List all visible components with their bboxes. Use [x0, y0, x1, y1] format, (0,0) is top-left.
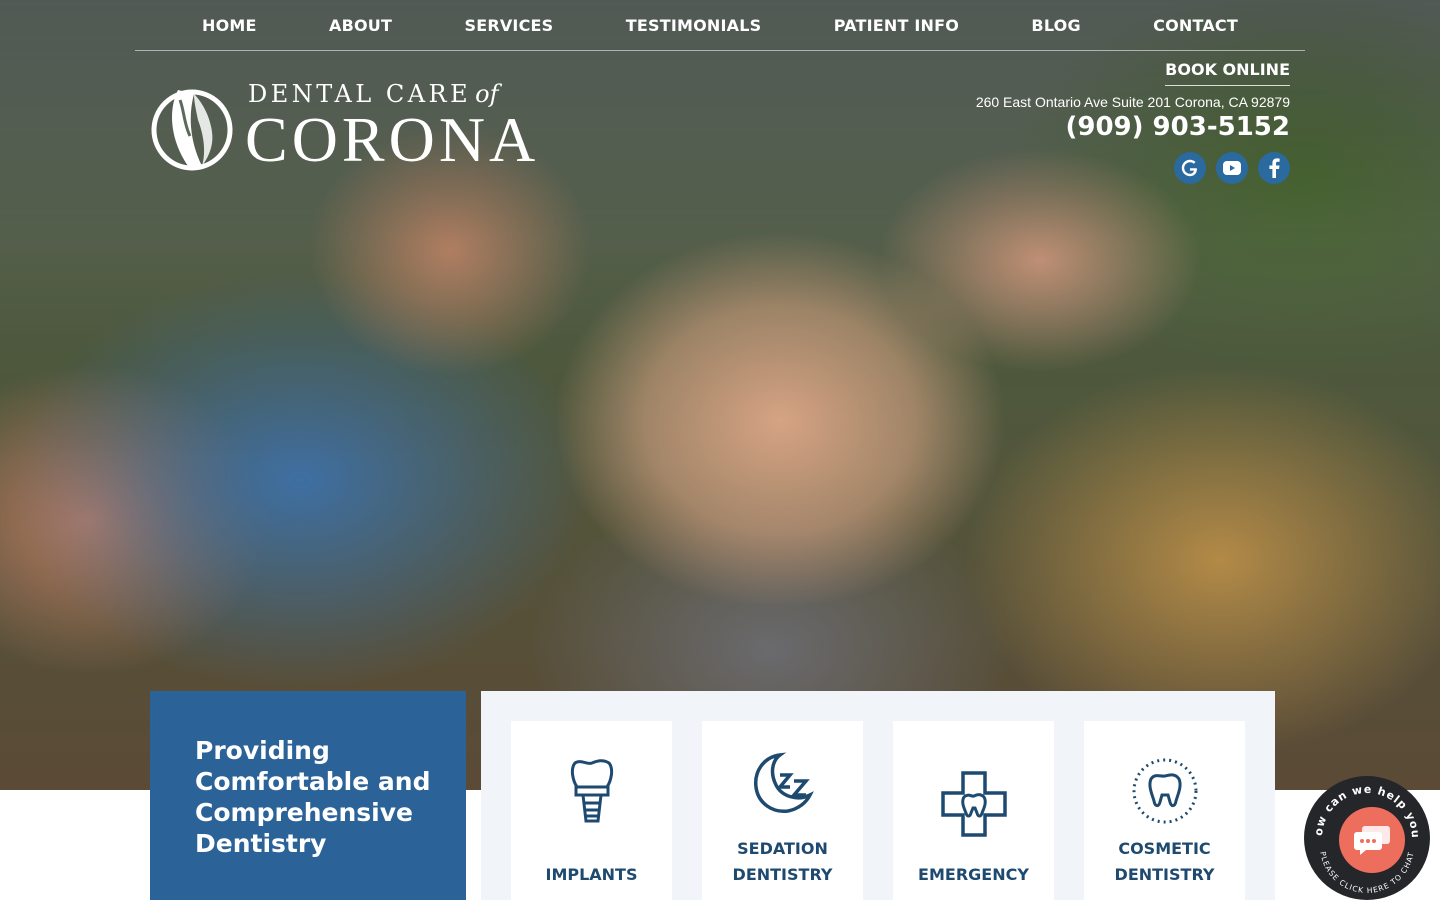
contact-block: BOOK ONLINE 260 East Ontario Ave Suite 2… [870, 60, 1290, 184]
emergency-cross-tooth-icon [940, 771, 1007, 837]
facebook-icon[interactable] [1258, 152, 1290, 184]
chat-bubbles-icon [1354, 826, 1390, 855]
nav-patient-info[interactable]: PATIENT INFO [834, 16, 959, 35]
implant-icon [570, 759, 613, 823]
chat-button[interactable] [1339, 807, 1405, 873]
service-label-implants: IMPLANTS [545, 865, 638, 884]
service-label-sedation: SEDATION DENTISTRY [732, 839, 833, 884]
nav-about[interactable]: ABOUT [329, 16, 392, 35]
service-card-sedation[interactable]: SEDATION DENTISTRY [702, 721, 863, 900]
book-online-link[interactable]: BOOK ONLINE [1165, 60, 1290, 86]
main-nav: HOME ABOUT SERVICES TESTIMONIALS PATIENT… [135, 0, 1305, 51]
service-card-implants[interactable]: IMPLANTS [511, 721, 672, 900]
youtube-icon[interactable] [1216, 152, 1248, 184]
google-icon[interactable] [1174, 152, 1206, 184]
services-strip: IMPLANTS SEDATION DENTISTRY EMERGENCY CO… [481, 691, 1275, 900]
social-links [870, 152, 1290, 184]
tagline-heading: Providing Comfortable and Comprehensive … [195, 736, 431, 858]
logo-corona: CORONA [245, 104, 540, 175]
chat-widget[interactable]: How can we help you? PLEASE CLICK HERE T… [1304, 776, 1430, 900]
service-card-cosmetic[interactable]: COSMETIC DENTISTRY [1084, 721, 1245, 900]
sparkle-tooth-icon [1132, 758, 1197, 824]
tooth-logo-icon [151, 89, 233, 171]
service-card-emergency[interactable]: EMERGENCY [893, 721, 1054, 900]
site-logo[interactable]: DENTAL CARE of CORONA [150, 78, 550, 178]
service-label-emergency: EMERGENCY [918, 865, 1029, 884]
nav-services[interactable]: SERVICES [464, 16, 553, 35]
nav-home[interactable]: HOME [202, 16, 257, 35]
service-label-cosmetic: COSMETIC DENTISTRY [1114, 839, 1215, 884]
nav-blog[interactable]: BLOG [1031, 16, 1080, 35]
tagline-card: Providing Comfortable and Comprehensive … [150, 691, 466, 900]
phone-number[interactable]: (909) 903-5152 [870, 112, 1290, 142]
address: 260 East Ontario Ave Suite 201 Corona, C… [975, 94, 1290, 110]
nav-testimonials[interactable]: TESTIMONIALS [626, 16, 762, 35]
sleep-icon [753, 752, 814, 813]
nav-contact[interactable]: CONTACT [1153, 16, 1238, 35]
